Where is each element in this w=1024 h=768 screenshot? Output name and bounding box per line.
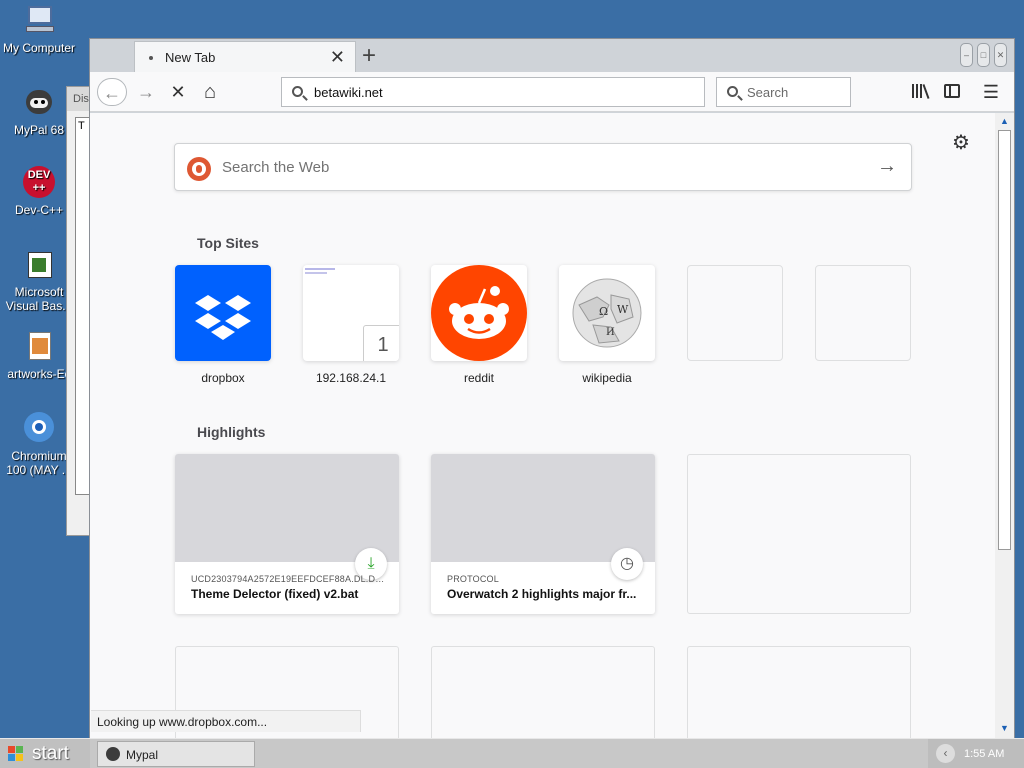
chromium-icon [22, 412, 56, 446]
arrow-right-icon[interactable]: → [877, 155, 897, 178]
clock[interactable]: 1:55 AM [964, 748, 1004, 760]
navigation-toolbar: ← → ✕ ⌂ betawiki.net Search ☰ [90, 72, 1014, 112]
visual-basic-icon [22, 248, 56, 282]
card-host: PROTOCOL [447, 574, 499, 584]
highlights-heading: Highlights [197, 424, 266, 440]
top-site-empty [815, 265, 911, 361]
top-site-label: reddit [463, 371, 495, 385]
site-badge: 1 [363, 325, 399, 361]
search-placeholder: Search [747, 85, 789, 100]
taskbar-button-mypal[interactable]: Mypal [97, 741, 255, 767]
mypal-raccoon-icon [106, 747, 120, 761]
image-file-icon [22, 330, 56, 364]
top-site-label: wikipedia [582, 371, 632, 385]
highlight-card[interactable]: ⤓ UCD2303794A2572E19EEFDCEF88A.DL.DR... … [175, 454, 399, 614]
url-text: betawiki.net [314, 85, 383, 100]
svg-text:И: И [606, 327, 615, 338]
search-bar[interactable]: Search [716, 77, 851, 107]
vertical-scrollbar[interactable]: ▲ ▼ [995, 113, 1014, 738]
stop-button[interactable]: ✕ [167, 78, 189, 106]
url-bar[interactable]: betawiki.net [281, 77, 705, 107]
tab-loading-icon [149, 56, 153, 60]
top-site-dropbox[interactable]: dropbox [175, 265, 271, 385]
maximize-button[interactable]: □ [977, 43, 990, 67]
dropbox-icon [175, 265, 271, 361]
tab-title: New Tab [165, 50, 216, 65]
gear-icon[interactable]: ⚙ [952, 130, 970, 155]
top-sites-heading: Top Sites [197, 235, 259, 251]
tab-bar: New Tab ✕ + ‒ □ ✕ [90, 39, 1014, 72]
chevron-left-icon[interactable]: ‹ [936, 744, 955, 763]
card-thumbnail [175, 454, 399, 562]
highlight-card-empty [687, 454, 911, 614]
back-button[interactable]: ← [97, 78, 127, 106]
top-site-router[interactable]: 1 192.168.24.1 [303, 265, 399, 385]
card-thumbnail [431, 454, 655, 562]
card-host: UCD2303794A2572E19EEFDCEF88A.DL.DR... [191, 574, 386, 584]
tab-new-tab[interactable]: New Tab ✕ [134, 41, 356, 72]
empty-tile [815, 265, 911, 361]
home-button[interactable]: ⌂ [199, 78, 221, 106]
search-icon [727, 86, 738, 97]
minimize-button[interactable]: ‒ [960, 43, 973, 67]
tab-close-icon[interactable]: ✕ [330, 47, 345, 68]
highlight-card[interactable]: ◷ PROTOCOL Overwatch 2 highlights major … [431, 454, 655, 614]
duckduckgo-icon [187, 157, 211, 181]
forward-button[interactable]: → [135, 78, 157, 106]
scroll-down-icon[interactable]: ▼ [1000, 723, 1009, 733]
svg-text:W: W [617, 303, 629, 316]
top-site-wikipedia[interactable]: Ω W И wikipedia [559, 265, 655, 385]
browser-window: New Tab ✕ + ‒ □ ✕ ← → ✕ ⌂ betawiki.net S… [89, 38, 1015, 738]
scrollbar-thumb[interactable] [998, 130, 1011, 550]
wikipedia-icon: Ω W И [559, 265, 655, 361]
reddit-icon [431, 265, 527, 361]
taskbar: start Mypal ‹ 1:55 AM [0, 738, 1024, 768]
search-icon [292, 86, 303, 97]
status-bar: Looking up www.dropbox.com... [91, 710, 361, 732]
start-label: start [32, 743, 69, 764]
scroll-up-icon[interactable]: ▲ [1000, 116, 1009, 126]
card-title: Overwatch 2 highlights major fr... [447, 587, 637, 601]
desktop-icon-my-computer[interactable]: My Computer [0, 4, 78, 55]
card-title: Theme Delector (fixed) v2.bat [191, 587, 359, 601]
new-tab-page: ⚙ Search the Web → Top Sites dropbox 1 1… [90, 113, 995, 738]
windows-flag-icon [8, 746, 24, 762]
sidebar-icon[interactable] [944, 84, 960, 98]
new-tab-button[interactable]: + [362, 42, 376, 70]
mypal-raccoon-icon [22, 86, 56, 120]
menu-button[interactable]: ☰ [981, 78, 1001, 106]
top-site-reddit[interactable]: reddit [431, 265, 527, 385]
web-search-placeholder: Search the Web [222, 159, 330, 176]
svg-text:Ω: Ω [599, 305, 608, 318]
dev-cpp-icon: DEV ++ [22, 166, 56, 200]
computer-icon [22, 4, 56, 38]
system-tray: ‹ 1:55 AM [928, 739, 1024, 768]
library-icon[interactable] [912, 84, 930, 100]
page-thumbnail: 1 [303, 265, 399, 361]
top-site-label: dropbox [201, 371, 245, 385]
start-button[interactable]: start [0, 739, 90, 768]
top-site-label: 192.168.24.1 [315, 371, 387, 385]
taskbar-button-label: Mypal [126, 748, 159, 762]
desktop-icon-label: My Computer [2, 41, 76, 55]
highlight-card-empty [431, 646, 655, 738]
top-site-empty [687, 265, 783, 361]
web-search-input[interactable]: Search the Web → [174, 143, 912, 191]
highlight-card-empty [687, 646, 911, 738]
close-window-button[interactable]: ✕ [994, 43, 1007, 67]
empty-tile [687, 265, 783, 361]
